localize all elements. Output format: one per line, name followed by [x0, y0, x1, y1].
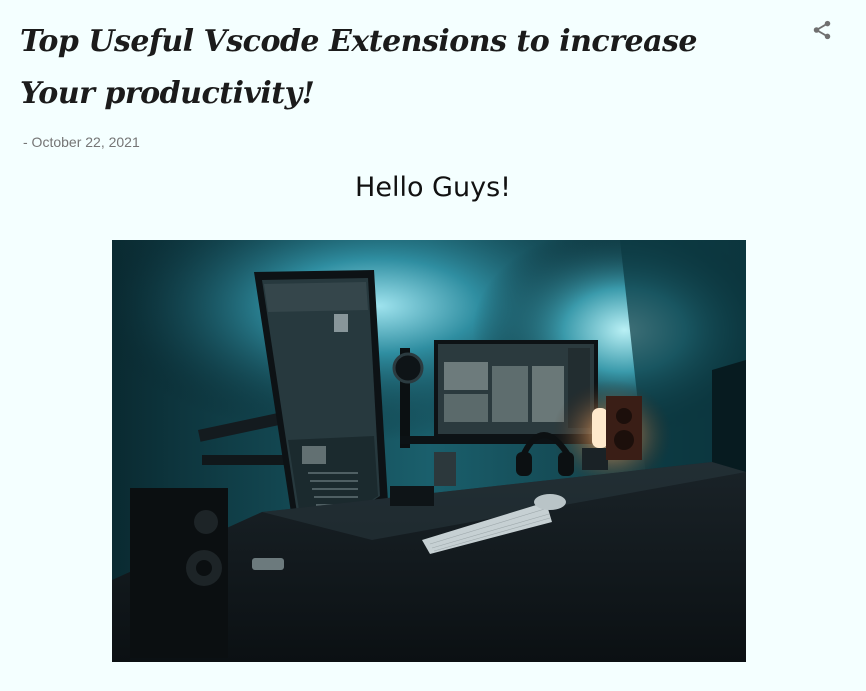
post-title[interactable]: Top Useful Vscode Extensions to increase…	[20, 16, 740, 120]
post-date[interactable]: - October 22, 2021	[23, 134, 140, 150]
share-icon	[813, 20, 831, 40]
post-greeting: Hello Guys!	[355, 172, 511, 203]
blog-post-page: Top Useful Vscode Extensions to increase…	[0, 0, 866, 691]
share-button[interactable]	[808, 16, 836, 44]
desk-setup-photo	[112, 240, 746, 662]
